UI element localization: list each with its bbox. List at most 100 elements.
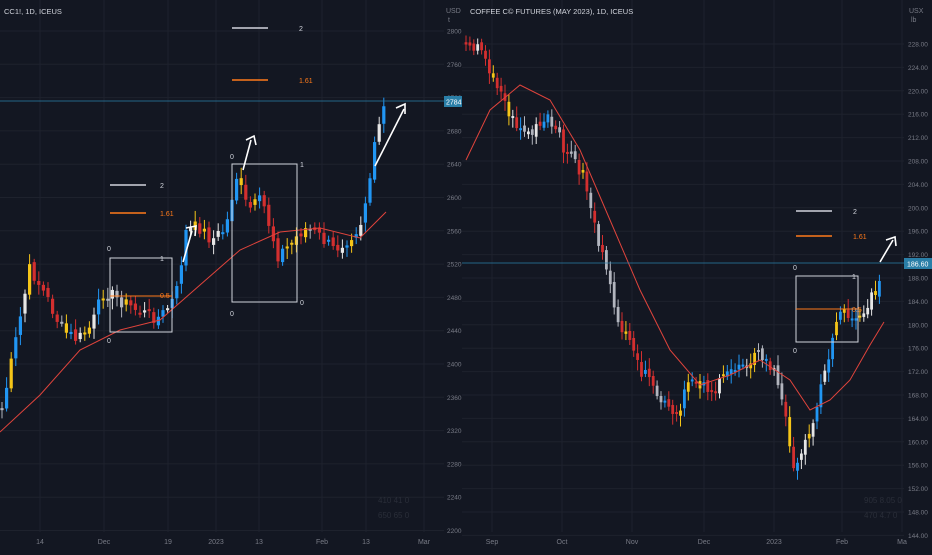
candle-body xyxy=(686,382,690,392)
candle-body xyxy=(373,142,377,180)
left-time-label: 13 xyxy=(362,539,370,546)
right-time-label: Feb xyxy=(836,539,848,546)
right-fib-05: 0.5 xyxy=(852,307,862,314)
candle-body xyxy=(51,298,55,314)
candle-body xyxy=(207,227,211,243)
right-price-axis[interactable]: USX lb 228.00 224.00 220.00 216.00 212.00 208… xyxy=(904,8,932,550)
candle-body xyxy=(807,433,811,439)
candle-body xyxy=(862,313,866,317)
right-price-tag-label: 186.60 xyxy=(907,262,929,269)
candle-body xyxy=(46,287,50,297)
candle-body xyxy=(55,314,59,322)
candle-body xyxy=(550,116,554,127)
candle-body xyxy=(464,42,468,45)
right-time-label: Oct xyxy=(557,539,568,546)
candle-body xyxy=(784,401,788,417)
candle-body xyxy=(340,247,344,253)
candle-body xyxy=(831,337,834,360)
candle-body xyxy=(581,169,585,173)
candle-body xyxy=(507,101,511,117)
candle-body xyxy=(530,129,534,135)
candle-body xyxy=(216,230,220,237)
candle-body xyxy=(554,125,558,130)
candle-body xyxy=(161,310,165,317)
candle-body xyxy=(0,408,4,411)
candle-body xyxy=(597,224,600,246)
candle-body xyxy=(874,291,877,296)
chart-workspace[interactable]: 1 0 0 0.5 2 1.61 1 0 0 0 2 1.61 CC1!, 1D… xyxy=(0,0,932,550)
candle-body xyxy=(761,348,764,361)
candle-body xyxy=(718,378,721,394)
right-fib-0-top: 0 xyxy=(793,265,797,272)
right-tick-label: 172.00 xyxy=(908,369,928,376)
candle-body xyxy=(133,303,137,310)
candle-body xyxy=(636,353,639,360)
candle-body xyxy=(363,203,367,223)
candle-body xyxy=(189,227,193,232)
candle-body xyxy=(655,385,659,397)
candle-body xyxy=(78,332,82,340)
candle-body xyxy=(212,238,216,245)
right-fib-0-bottom: 0 xyxy=(793,348,797,355)
candle-body xyxy=(577,159,581,175)
candle-body xyxy=(345,245,349,248)
middle-tick-label: 2440 xyxy=(447,328,462,335)
candle-body xyxy=(515,117,519,129)
candle-body xyxy=(476,44,480,51)
candle-body xyxy=(546,114,550,123)
candle-body xyxy=(858,315,862,318)
candle-body xyxy=(542,121,546,128)
candle-body xyxy=(523,125,526,132)
candle-body xyxy=(484,50,487,59)
right-tick-label: 200.00 xyxy=(908,205,928,212)
candle-body xyxy=(710,390,714,393)
right-tick-label: 208.00 xyxy=(908,159,928,166)
right-tick-label: 184.00 xyxy=(908,299,928,306)
candle-body xyxy=(846,309,850,318)
right-tick-label: 152.00 xyxy=(908,486,928,493)
chart-canvas[interactable]: 1 0 0 0.5 2 1.61 1 0 0 0 2 1.61 CC1!, 1D… xyxy=(0,0,932,550)
candle-body xyxy=(377,124,381,142)
left-fib-b-0-low: 0 xyxy=(230,311,234,318)
candle-body xyxy=(714,391,717,394)
candle-body xyxy=(175,286,179,299)
candle-body xyxy=(737,364,741,370)
middle-tick-label: 2320 xyxy=(447,428,462,435)
right-tick-label: 216.00 xyxy=(908,112,928,119)
candle-body xyxy=(87,327,91,334)
left-fib-a-0-top: 0 xyxy=(107,246,111,253)
candle-body xyxy=(281,248,285,263)
candle-body xyxy=(248,202,252,208)
right-unit-top: USX xyxy=(909,8,924,15)
candle-body xyxy=(842,309,846,313)
candle-body xyxy=(322,232,326,245)
right-tick-label: 224.00 xyxy=(908,65,928,72)
candle-body xyxy=(258,195,262,202)
candle-body xyxy=(294,236,298,245)
candle-body xyxy=(37,280,41,285)
left-time-label: 13 xyxy=(255,539,263,546)
candle-body xyxy=(667,399,671,407)
candle-body xyxy=(538,121,542,126)
candle-body xyxy=(620,320,624,333)
candle-body xyxy=(640,361,643,377)
candle-body xyxy=(651,375,655,386)
candle-body xyxy=(262,195,266,207)
candle-body xyxy=(644,369,647,374)
middle-tick-label: 2520 xyxy=(447,262,462,269)
candle-body xyxy=(147,309,151,312)
candle-body xyxy=(244,184,248,200)
candle-body xyxy=(608,270,612,285)
candle-body xyxy=(823,370,827,382)
right-tick-label: 148.00 xyxy=(908,510,928,517)
candle-body xyxy=(28,264,32,295)
candle-body xyxy=(663,400,667,403)
candle-body xyxy=(632,338,636,351)
right-tick-label: 204.00 xyxy=(908,182,928,189)
right-tick-label: 228.00 xyxy=(908,42,928,49)
candle-body xyxy=(569,151,573,154)
candle-body xyxy=(179,265,183,284)
candle-body xyxy=(675,412,678,415)
candle-body xyxy=(511,116,515,119)
candle-body xyxy=(331,237,335,247)
